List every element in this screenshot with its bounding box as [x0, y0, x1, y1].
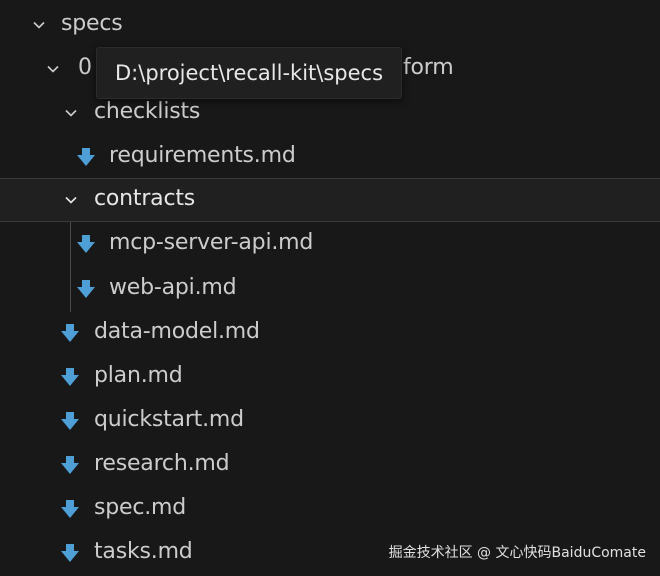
tree-row-quickstart[interactable]: quickstart.md: [0, 399, 660, 443]
tree-row-mcp-server-api[interactable]: mcp-server-api.md: [0, 222, 660, 266]
markdown-file-icon: [60, 499, 80, 519]
file-label: mcp-server-api.md: [109, 230, 314, 255]
markdown-file-icon: [60, 411, 80, 431]
tree-row-requirements[interactable]: requirements.md: [0, 135, 660, 179]
folder-label: contracts: [94, 186, 196, 211]
file-label: quickstart.md: [94, 407, 244, 432]
chevron-down-icon[interactable]: [65, 194, 77, 206]
chevron-down-icon[interactable]: [33, 19, 45, 31]
tree-row-data-model[interactable]: data-model.md: [0, 311, 660, 355]
file-label: plan.md: [94, 363, 183, 388]
path-tooltip: D:\project\recall-kit\specs: [96, 47, 403, 99]
file-label: tasks.md: [94, 539, 193, 564]
folder-label: checklists: [94, 99, 201, 124]
markdown-file-icon: [76, 147, 96, 167]
chevron-down-icon[interactable]: [65, 107, 77, 119]
tree-row-spec[interactable]: spec.md: [0, 487, 660, 531]
markdown-file-icon: [60, 323, 80, 343]
file-label: requirements.md: [109, 143, 296, 168]
file-label: spec.md: [94, 495, 187, 520]
tree-row-plan[interactable]: plan.md: [0, 355, 660, 399]
chevron-down-icon[interactable]: [47, 63, 59, 75]
tree-row-contracts[interactable]: contracts: [0, 178, 660, 222]
tree-row-research[interactable]: research.md: [0, 443, 660, 487]
tree-row-web-api[interactable]: web-api.md: [0, 267, 660, 311]
markdown-file-icon: [60, 367, 80, 387]
tree-row-specs[interactable]: specs: [0, 3, 660, 47]
markdown-file-icon: [76, 279, 96, 299]
markdown-file-icon: [60, 455, 80, 475]
file-label: research.md: [94, 451, 230, 476]
markdown-file-icon: [76, 234, 96, 254]
folder-label-suffix: form: [403, 55, 454, 80]
file-label: data-model.md: [94, 319, 260, 344]
folder-label: specs: [61, 11, 123, 36]
tooltip-text: D:\project\recall-kit\specs: [115, 61, 384, 85]
folder-label-prefix: 0: [78, 55, 92, 80]
source-watermark: 掘金技术社区 @ 文心快码BaiduComate: [388, 545, 646, 561]
markdown-file-icon: [60, 543, 80, 563]
file-label: web-api.md: [109, 275, 237, 300]
